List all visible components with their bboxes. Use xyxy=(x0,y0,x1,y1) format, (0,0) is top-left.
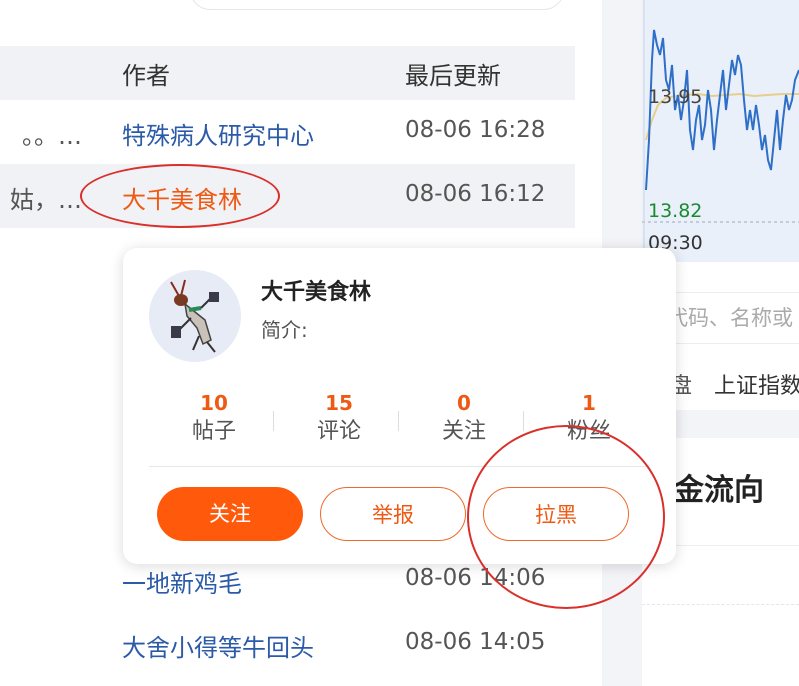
avatar[interactable] xyxy=(149,270,241,362)
block-button[interactable]: 拉黑 xyxy=(483,487,629,541)
stat-following-count: 0 xyxy=(457,391,471,415)
popup-divider xyxy=(149,466,649,467)
price-high-label: 13.95 xyxy=(648,86,703,108)
stat-divider xyxy=(398,411,399,431)
follow-button[interactable]: 关注 xyxy=(157,487,303,541)
table-row[interactable]: 。。… 特殊病人研究中心 08-06 16:28 xyxy=(0,100,575,164)
stat-following[interactable]: 0 关注 xyxy=(409,390,519,448)
post-updated-time: 08-06 14:06 xyxy=(405,565,546,591)
user-intro: 简介: xyxy=(261,318,308,342)
stat-following-label: 关注 xyxy=(441,419,486,444)
post-author[interactable]: 特殊病人研究中心 xyxy=(122,116,314,151)
stat-posts-label: 帖子 xyxy=(191,419,236,444)
post-updated-time: 08-06 16:12 xyxy=(405,181,546,207)
search-box[interactable] xyxy=(190,0,564,10)
price-line xyxy=(645,29,799,191)
column-header-author: 作者 xyxy=(122,62,170,90)
stat-divider xyxy=(523,411,524,431)
post-title[interactable]: 姑，… xyxy=(0,180,82,215)
post-title[interactable]: 。。… xyxy=(0,116,82,151)
stat-posts-count: 10 xyxy=(200,391,228,415)
user-name[interactable]: 大千美食林 xyxy=(261,274,371,306)
price-chart-svg xyxy=(642,0,799,262)
stat-followers-label: 粉丝 xyxy=(566,419,611,444)
fund-flow-title: 金流向 xyxy=(674,473,764,508)
report-button[interactable]: 举报 xyxy=(320,487,466,541)
stat-followers[interactable]: 1 粉丝 xyxy=(534,390,644,448)
price-low-label: 13.82 xyxy=(648,200,703,222)
stat-posts[interactable]: 10 帖子 xyxy=(159,390,269,448)
table-row[interactable]: 大舍小得等牛回头 08-06 14:05 xyxy=(0,612,575,676)
post-author[interactable]: 一地新鸡毛 xyxy=(122,564,242,599)
avatar-image xyxy=(149,270,241,362)
stat-followers-count: 1 xyxy=(582,391,596,415)
table-row[interactable]: 姑，… 大千美食林 08-06 16:12 xyxy=(0,164,575,228)
stat-comments-count: 15 xyxy=(325,391,353,415)
post-updated-time: 08-06 14:05 xyxy=(405,629,546,655)
stat-comments[interactable]: 15 评论 xyxy=(284,390,394,448)
user-profile-popup: 大千美食林 简介: 10 帖子 15 评论 0 关注 1 粉丝 关注 举报 拉黑 xyxy=(123,248,676,564)
post-author[interactable]: 大舍小得等牛回头 xyxy=(122,628,314,663)
intraday-price-chart[interactable]: 13.95 13.82 09:30 xyxy=(642,0,799,262)
stat-divider xyxy=(273,411,274,431)
tab-shanghai-index[interactable]: 上证指数 xyxy=(714,368,799,400)
post-author[interactable]: 大千美食林 xyxy=(122,180,242,215)
divider xyxy=(642,604,799,605)
column-header-last-updated: 最后更新 xyxy=(405,62,501,90)
stat-comments-label: 评论 xyxy=(316,419,361,444)
post-updated-time: 08-06 16:28 xyxy=(405,117,546,143)
